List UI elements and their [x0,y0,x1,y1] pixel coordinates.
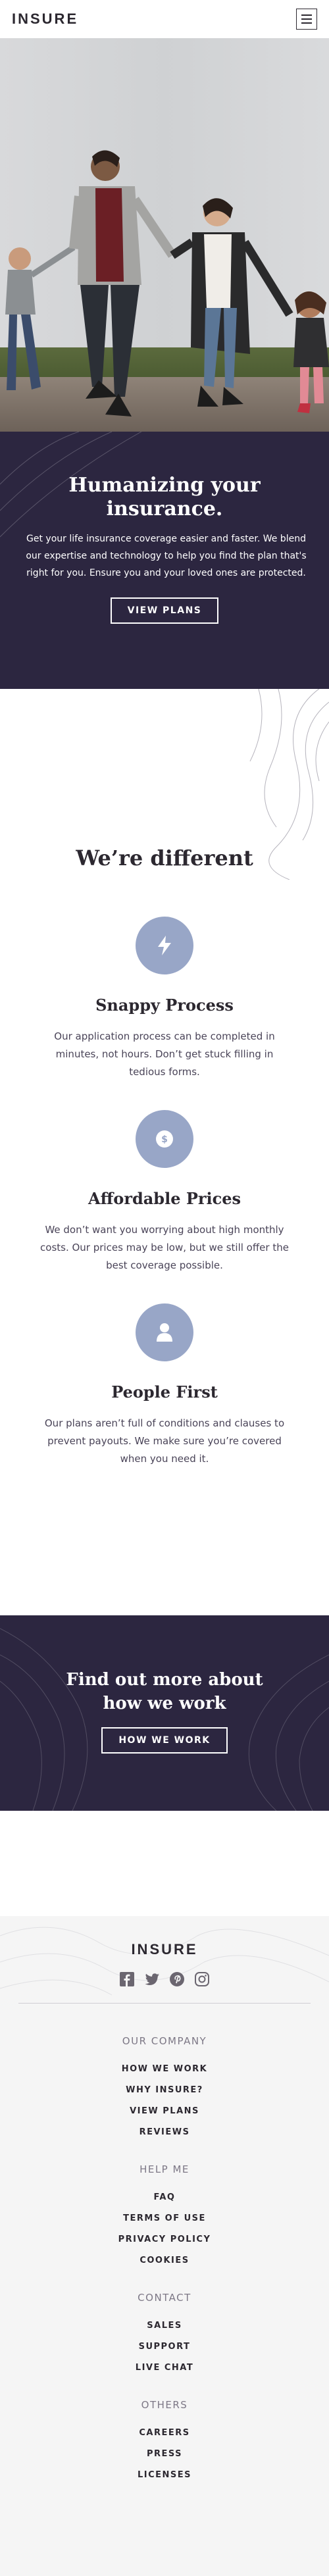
hamburger-icon[interactable] [296,9,317,30]
hero-image-family [0,38,329,432]
hero-title: Humanizing your insurance. [68,474,261,520]
menu-line [301,14,312,16]
feature-affordable-prices: $ Affordable Prices We don’t want you wo… [20,1110,309,1275]
footer-col-heading: CONTACT [138,2292,191,2304]
footer-link-faq[interactable]: FAQ [20,2192,309,2202]
svg-text:$: $ [161,1134,168,1145]
features-title: We’re different [76,846,253,871]
footer-link-sales[interactable]: SALES [20,2321,309,2331]
hero-section: Humanizing your insurance. Get your life… [0,432,329,689]
feature-text: We don’t want you worrying about high mo… [40,1224,289,1271]
footer-link-careers[interactable]: CAREERS [20,2428,309,2438]
feature-title: Snappy Process [95,996,234,1015]
facebook-icon[interactable] [119,1971,135,1987]
lightning-icon [136,917,193,974]
footer-link-support[interactable]: SUPPORT [20,2342,309,2352]
twitter-icon[interactable] [144,1971,160,1987]
cta-title: Find out more about how we work [66,1670,263,1713]
feature-text: Our application process can be completed… [54,1030,275,1078]
footer-logo[interactable]: INSURE [20,1941,309,1958]
dollar-coin-icon: $ [136,1110,193,1168]
footer-divider [18,2003,311,2004]
view-plans-button[interactable]: VIEW PLANS [110,597,219,624]
features-section: We’re different Snappy Process Our appli… [0,689,329,1615]
footer-link-how-we-work[interactable]: HOW WE WORK [20,2064,309,2074]
menu-line [301,18,312,20]
footer-link-view-plans[interactable]: VIEW PLANS [20,2106,309,2116]
section-spacer [0,1811,329,1916]
menu-line [301,22,312,24]
feature-text: Our plans aren’t full of conditions and … [44,1417,285,1465]
hero-description: Get your life insurance coverage easier … [26,534,307,578]
pinterest-icon[interactable] [169,1971,185,1987]
how-we-work-cta: Find out more about how we work HOW WE W… [0,1615,329,1811]
footer-col-help-me: HELP ME FAQ TERMS OF USE PRIVACY POLICY … [20,2163,309,2265]
feature-title: Affordable Prices [88,1189,241,1208]
social-links [20,1971,309,1987]
instagram-icon[interactable] [194,1971,210,1987]
footer-col-heading: OUR COMPANY [122,2035,207,2047]
family-illustration [5,150,329,417]
site-header: INSURE [0,0,329,38]
footer-col-our-company: OUR COMPANY HOW WE WORK WHY INSURE? VIEW… [20,2035,309,2137]
how-we-work-button[interactable]: HOW WE WORK [101,1727,228,1754]
site-footer: INSURE OUR COMPANY HOW WE WORK WHY INSUR… [0,1916,329,2576]
footer-link-licenses[interactable]: LICENSES [20,2470,309,2480]
footer-col-others: OTHERS CAREERS PRESS LICENSES [20,2399,309,2480]
person-icon [136,1303,193,1361]
footer-col-heading: OTHERS [141,2399,188,2411]
feature-title: People First [111,1382,218,1402]
footer-link-why-insure[interactable]: WHY INSURE? [20,2085,309,2095]
footer-col-contact: CONTACT SALES SUPPORT LIVE CHAT [20,2292,309,2373]
footer-link-press[interactable]: PRESS [20,2449,309,2459]
footer-col-heading: HELP ME [139,2163,190,2175]
footer-link-reviews[interactable]: REVIEWS [20,2127,309,2137]
footer-link-live-chat[interactable]: LIVE CHAT [20,2363,309,2373]
feature-people-first: People First Our plans aren’t full of co… [20,1303,309,1468]
footer-link-privacy-policy[interactable]: PRIVACY POLICY [20,2235,309,2244]
logo[interactable]: INSURE [12,11,78,28]
footer-link-terms-of-use[interactable]: TERMS OF USE [20,2213,309,2223]
feature-snappy-process: Snappy Process Our application process c… [20,917,309,1081]
footer-link-cookies[interactable]: COOKIES [20,2256,309,2265]
